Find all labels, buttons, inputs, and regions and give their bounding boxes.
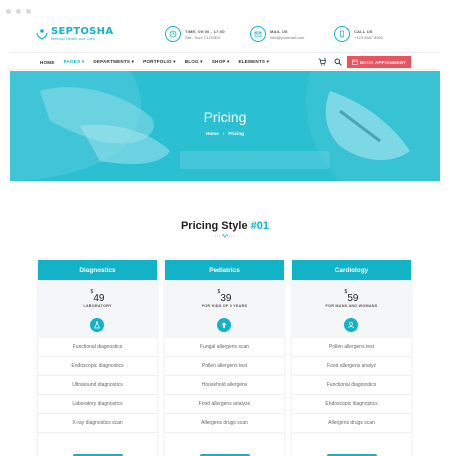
pricing-card-pediatrics: Pediatrics $39 FOR KIDS OF 3 YEARS Funga… <box>165 260 284 456</box>
plan-subtitle: FOR KIDS OF 3 YEARS <box>201 304 248 308</box>
plan-feature: Endoscopic diagnostics <box>292 395 411 414</box>
pricing-card-cardiology: Cardiology $59 FOR MANS AND WOMANS Polle… <box>292 260 411 456</box>
mail-icon <box>250 26 266 42</box>
plan-feature: Functional diagnostics <box>38 338 157 357</box>
price-amount: 59 <box>347 293 359 304</box>
info-subtitle: info@yourmail.com <box>270 34 305 40</box>
logo-hands-icon <box>36 28 48 40</box>
plan-feature: Household allergens <box>165 376 284 395</box>
search-icon[interactable] <box>334 58 342 66</box>
hero-background-image <box>10 71 440 181</box>
plan-price-block: $39 FOR KIDS OF 3 YEARS <box>165 280 284 338</box>
plan-price-block: $59 FOR MANS AND WOMANS <box>292 280 411 338</box>
topbar: SEPTOSHA Medical Health and Care TIME: 0… <box>10 22 440 48</box>
nav-item-home[interactable]: HOME <box>40 60 55 65</box>
section-title-text: Pricing Style <box>180 220 248 232</box>
price-currency: $ <box>90 289 94 295</box>
nav-icons <box>318 58 342 66</box>
main-navbar: HOME PAGES ▾ DEPARTMENTS ▾ PORTFOLIO ▾ B… <box>10 52 440 70</box>
nav-item-shop[interactable]: SHOP ▾ <box>212 59 230 65</box>
nav-item-label: BLOG <box>184 59 199 64</box>
nav-item-pages[interactable]: PAGES ▾ <box>64 59 85 65</box>
page-title: Pricing <box>203 109 247 125</box>
nav-item-portfolio[interactable]: PORTFOLIO ▾ <box>143 59 176 65</box>
header-info-mail: MAIL US info@yourmail.com <box>250 26 304 42</box>
price-amount: 39 <box>220 293 232 304</box>
brand-tagline: Medical Health and Care <box>51 37 96 41</box>
nav-item-label: PAGES <box>63 59 81 64</box>
info-subtitle: Sat - Sun: CLOSED <box>185 34 221 40</box>
plan-feature: Pollen allergens test <box>165 357 284 376</box>
plan-feature: Endoscopic diagnostics <box>38 357 157 376</box>
section-title-number: #01 <box>250 220 270 232</box>
plan-feature: Pollen allergens test <box>292 338 411 357</box>
brand-logo[interactable]: SEPTOSHA Medical Health and Care <box>36 26 113 41</box>
breadcrumb: Home › Pricing <box>10 131 440 136</box>
plan-feature: Laboratory diagnostics <box>38 395 157 414</box>
plan-feature: Food allergens analyze <box>165 395 284 414</box>
page: SEPTOSHA Medical Health and Care TIME: 0… <box>10 22 440 456</box>
nav-item-elements[interactable]: ELEMENTS ▾ <box>239 59 270 65</box>
price-currency: $ <box>344 289 348 295</box>
window-dot <box>6 8 11 14</box>
plan-name: Diagnostics <box>38 260 157 280</box>
plan-feature: Food allergens analyz <box>292 357 411 376</box>
brand-name: SEPTOSHA <box>51 26 114 37</box>
breadcrumb-home[interactable]: Home <box>206 131 219 136</box>
price-amount: 49 <box>93 293 105 304</box>
nav-item-label: DEPARTMENTS <box>93 59 131 64</box>
plan-name: Pediatrics <box>165 260 284 280</box>
calendar-icon <box>351 59 358 65</box>
plan-name: Cardiology <box>292 260 411 280</box>
clock-icon <box>165 26 181 42</box>
book-appointment-button[interactable]: BOOK APPOINMENT <box>347 56 411 68</box>
nav-item-label: PORTFOLIO <box>143 59 172 64</box>
info-subtitle: +123 4567 8900 <box>354 34 384 40</box>
phone-icon <box>334 26 350 42</box>
plan-feature: Ultrasound diagnostics <box>38 376 157 395</box>
window-dot <box>16 8 21 14</box>
nav-item-departments[interactable]: DEPARTMENTS ▾ <box>93 59 134 65</box>
medical-cross-icon <box>217 318 231 332</box>
plan-subtitle: FOR MANS AND WOMANS <box>325 304 378 308</box>
breadcrumb-current: Pricing <box>228 131 244 136</box>
window-dot <box>26 8 31 14</box>
user-icon <box>344 318 358 332</box>
book-appointment-label: BOOK APPOINMENT <box>359 59 407 65</box>
section-title: Pricing Style #01 <box>10 220 440 232</box>
plan-feature: Functional diagnostics <box>292 376 411 395</box>
section-divider-icon <box>215 234 235 238</box>
plan-feature: X-ray diagnostics scan <box>38 414 157 433</box>
plan-subtitle: LABORATORY <box>83 304 112 308</box>
plan-feature: Allergens drugs scan <box>292 414 411 433</box>
page-hero: Pricing Home › Pricing <box>10 71 440 181</box>
plan-price-block: $49 LABORATORY <box>38 280 157 338</box>
header-info-time: TIME: 09:00 - 17:00 Sat - Sun: CLOSED <box>165 26 225 42</box>
price-currency: $ <box>217 289 221 295</box>
window-chrome <box>0 0 450 22</box>
header-info-phone: CALL US +123 4567 8900 <box>334 26 383 42</box>
plan-feature: Fungal allergens scan <box>165 338 284 357</box>
flask-icon <box>90 318 104 332</box>
pricing-card-diagnostics: Diagnostics $49 LABORATORY Functional di… <box>38 260 157 456</box>
nav-menu: HOME PAGES ▾ DEPARTMENTS ▾ PORTFOLIO ▾ B… <box>40 53 269 71</box>
nav-item-label: SHOP <box>211 59 226 64</box>
plan-feature: Allergens drugs scan <box>165 414 284 433</box>
nav-item-label: ELEMENTS <box>238 59 266 64</box>
chevron-right-icon: › <box>222 131 225 136</box>
nav-item-blog[interactable]: BLOG ▾ <box>185 59 203 65</box>
cart-icon[interactable] <box>318 58 326 66</box>
